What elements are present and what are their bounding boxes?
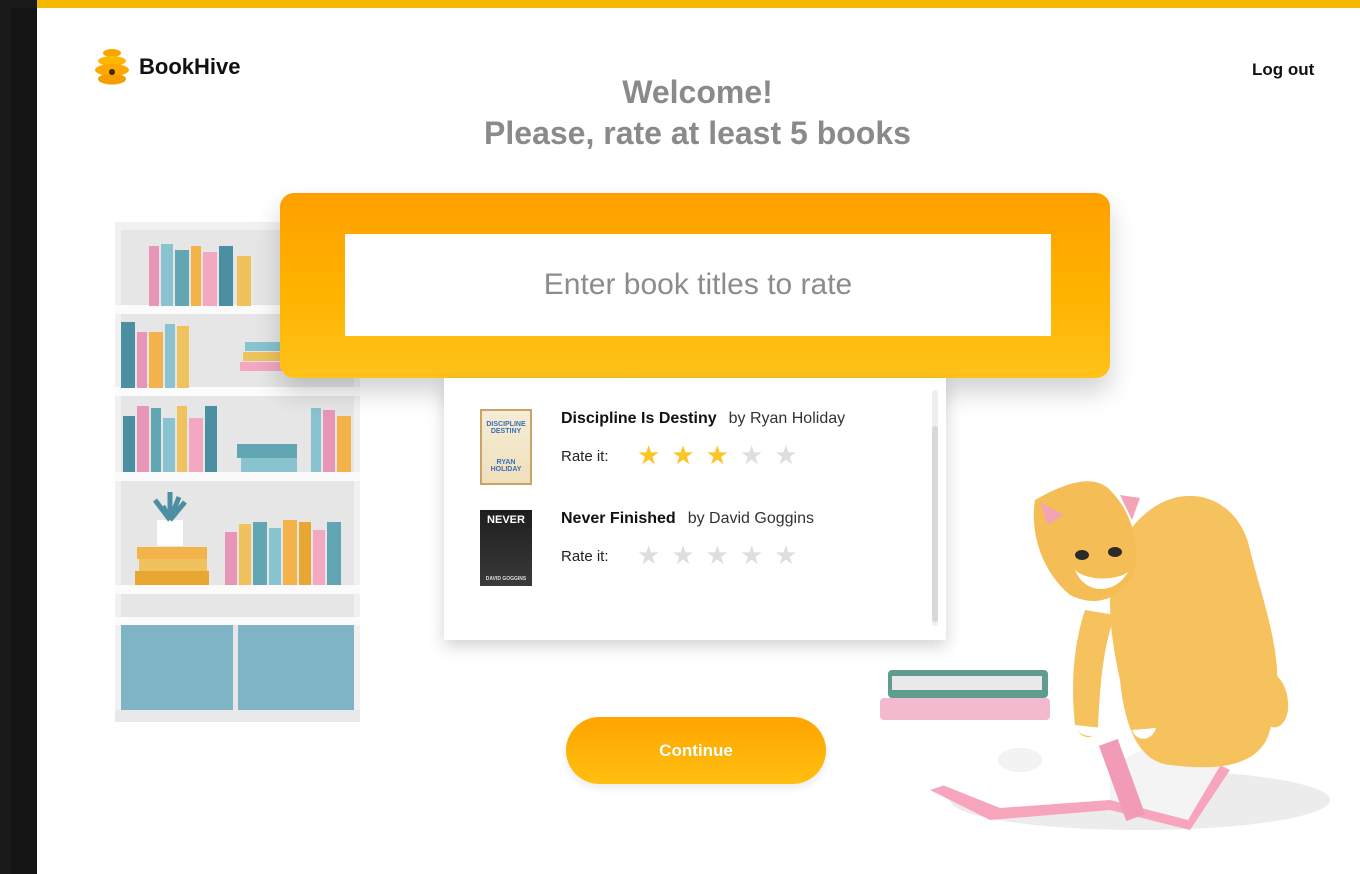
welcome-subtitle: Please, rate at least 5 books	[484, 115, 911, 151]
star-icon[interactable]: ★	[671, 542, 694, 568]
book-title[interactable]: Never Finished by David Goggins	[561, 510, 814, 528]
book-author: by David Goggins	[687, 510, 814, 527]
window-edge-top	[11, 0, 37, 8]
search-panel	[280, 193, 1110, 378]
book-cover-image: DISCIPLINE DESTINY RYAN HOLIDAY	[480, 409, 532, 485]
list-item[interactable]: DISCIPLINE DESTINY RYAN HOLIDAY Discipline…	[444, 406, 924, 496]
logout-link[interactable]: Log out	[1252, 60, 1314, 80]
rate-label: Rate it:	[561, 448, 609, 465]
cat-reading-illustration	[880, 481, 1330, 830]
beehive-icon	[95, 49, 129, 85]
star-icon[interactable]: ★	[637, 542, 660, 568]
star-icon[interactable]: ★	[774, 542, 797, 568]
top-strip	[0, 0, 1360, 8]
welcome-title: Welcome!	[622, 74, 773, 110]
star-icon[interactable]: ★	[774, 442, 797, 468]
star-rating[interactable]: ★ ★ ★ ★ ★	[637, 442, 798, 468]
list-item[interactable]: NEVER DAVID GOGGINS Never Finished by Dav…	[444, 506, 924, 596]
star-icon[interactable]: ★	[637, 442, 660, 468]
brand-logo[interactable]: BookHive	[93, 47, 240, 87]
rate-label: Rate it:	[561, 548, 609, 565]
window-edge	[0, 0, 11, 874]
continue-button[interactable]: Continue	[566, 717, 826, 784]
star-icon[interactable]: ★	[671, 442, 694, 468]
star-icon[interactable]: ★	[740, 442, 763, 468]
book-search-input[interactable]	[345, 234, 1051, 336]
star-icon[interactable]: ★	[740, 542, 763, 568]
book-cover-image: NEVER DAVID GOGGINS	[480, 510, 532, 586]
star-rating[interactable]: ★ ★ ★ ★ ★	[637, 542, 798, 568]
window-edge-inner	[11, 8, 37, 874]
star-icon[interactable]: ★	[706, 542, 729, 568]
book-title[interactable]: Discipline Is Destiny by Ryan Holiday	[561, 410, 845, 428]
book-title-text: Never Finished	[561, 510, 676, 527]
book-author: by Ryan Holiday	[728, 410, 846, 427]
brand-name: BookHive	[139, 54, 241, 79]
star-icon[interactable]: ★	[706, 442, 729, 468]
book-title-text: Discipline Is Destiny	[561, 410, 717, 427]
welcome-heading: Welcome! Please, rate at least 5 books	[400, 72, 995, 154]
